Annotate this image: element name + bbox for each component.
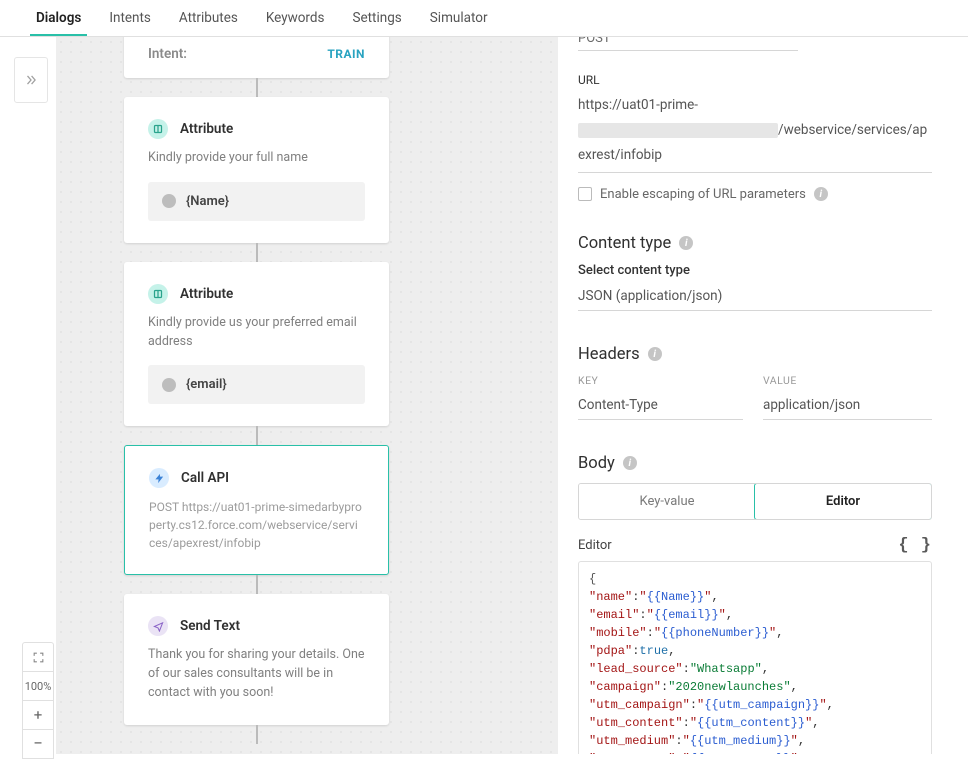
- api-icon: [149, 468, 169, 488]
- content-type-title: Content type i: [578, 234, 932, 253]
- card-desc: Kindly provide your full name: [148, 149, 365, 168]
- redacted-text: [578, 123, 778, 138]
- card-title: Call API: [181, 470, 229, 486]
- zoom-percent: 100%: [22, 671, 54, 701]
- properties-panel: POST URL https://uat01-prime-/webservice…: [558, 37, 968, 754]
- body-title: Body i: [578, 454, 932, 473]
- card-title: Send Text: [180, 618, 240, 634]
- editor-tab[interactable]: Editor: [754, 483, 932, 520]
- card-attribute-name[interactable]: Attribute Kindly provide your full name …: [124, 97, 389, 243]
- card-attribute-email[interactable]: Attribute Kindly provide us your preferr…: [124, 262, 389, 427]
- editor-label: Editor: [578, 538, 612, 553]
- keyvalue-tab[interactable]: Key-value: [579, 484, 755, 519]
- tab-attributes[interactable]: Attributes: [179, 1, 238, 35]
- info-icon[interactable]: i: [648, 347, 662, 361]
- card-intent[interactable]: Intent: TRAIN: [124, 37, 389, 78]
- left-rail: 100% + −: [0, 37, 56, 754]
- info-icon[interactable]: i: [679, 236, 693, 250]
- body-mode-toggle: Key-value Editor: [578, 483, 932, 520]
- header-key-input[interactable]: Content-Type: [578, 397, 743, 420]
- tab-intents[interactable]: Intents: [109, 1, 151, 35]
- card-send-text[interactable]: Send Text Thank you for sharing your det…: [124, 594, 389, 724]
- tab-dialogs[interactable]: Dialogs: [36, 1, 81, 35]
- send-icon: [148, 616, 168, 636]
- content-type-label: Select content type: [578, 263, 932, 278]
- info-icon[interactable]: i: [814, 187, 828, 201]
- tab-keywords[interactable]: Keywords: [266, 1, 325, 35]
- header-value-col: VALUE: [763, 374, 932, 387]
- zoom-out-button[interactable]: −: [22, 729, 54, 759]
- zoom-fit-button[interactable]: [22, 642, 54, 672]
- zoom-controls: 100% + −: [22, 643, 54, 759]
- api-url-text: POST https://uat01-prime-simedarbyproper…: [149, 498, 364, 552]
- zoom-in-button[interactable]: +: [22, 700, 54, 730]
- chevron-double-right-icon: [24, 73, 38, 87]
- attribute-icon: [148, 284, 168, 304]
- method-select[interactable]: POST: [578, 37, 798, 51]
- card-call-api[interactable]: Call API POST https://uat01-prime-simeda…: [124, 445, 389, 575]
- card-desc: Thank you for sharing your details. One …: [148, 646, 365, 702]
- attribute-icon: [148, 119, 168, 139]
- train-button[interactable]: TRAIN: [327, 47, 365, 61]
- escape-url-label: Enable escaping of URL parameters: [600, 187, 806, 202]
- header-key-col: KEY: [578, 374, 743, 387]
- format-json-button[interactable]: { }: [898, 536, 932, 555]
- headers-title: Headers i: [578, 345, 932, 364]
- chip-dot-icon: [162, 194, 176, 208]
- fullscreen-icon: [32, 651, 45, 664]
- tab-settings[interactable]: Settings: [352, 1, 401, 35]
- card-desc: Kindly provide us your preferred email a…: [148, 314, 365, 352]
- header-value-input[interactable]: application/json: [763, 397, 932, 420]
- intent-label: Intent:: [148, 46, 187, 62]
- expand-sidebar-button[interactable]: [14, 57, 48, 103]
- chip-dot-icon: [162, 378, 176, 392]
- content-type-select[interactable]: JSON (application/json): [578, 288, 932, 311]
- card-title: Attribute: [180, 121, 233, 137]
- dialog-canvas[interactable]: Intent: TRAIN Attribute Kindly provide y…: [56, 37, 558, 754]
- url-input[interactable]: https://uat01-prime-/webservice/services…: [578, 93, 932, 173]
- info-icon[interactable]: i: [623, 456, 637, 470]
- attribute-chip: {Name}: [148, 182, 365, 221]
- tab-simulator[interactable]: Simulator: [430, 1, 488, 35]
- attribute-chip: {email}: [148, 365, 365, 404]
- escape-url-checkbox[interactable]: [578, 187, 592, 201]
- top-tabs: Dialogs Intents Attributes Keywords Settings…: [0, 0, 968, 37]
- card-title: Attribute: [180, 286, 233, 302]
- url-label: URL: [578, 73, 932, 87]
- body-editor[interactable]: { "name":"{{Name}}", "email":"{{email}}"…: [578, 561, 932, 754]
